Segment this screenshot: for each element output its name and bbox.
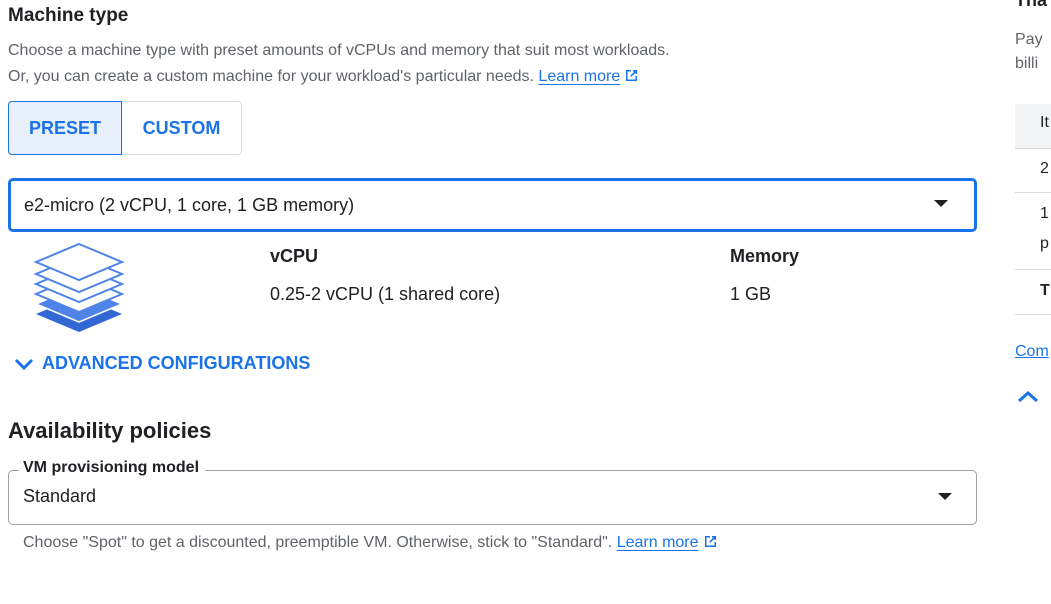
description-line-2-text: Or, you can create a custom machine for … xyxy=(8,68,534,85)
pricing-text-1: Pay xyxy=(1015,31,1043,48)
provisioning-learn-more-link[interactable]: Learn more xyxy=(617,534,718,551)
pricing-row-2b: p xyxy=(1040,235,1049,252)
advanced-configurations-toggle[interactable]: ADVANCED CONFIGURATIONS xyxy=(14,353,310,374)
description-line-1: Choose a machine type with preset amount… xyxy=(8,42,670,59)
dropdown-arrow-icon xyxy=(934,200,948,207)
external-link-icon xyxy=(704,536,716,547)
layers-icon xyxy=(33,242,125,332)
machine-type-select[interactable]: e2-micro (2 vCPU, 1 core, 1 GB memory) xyxy=(8,178,977,232)
availability-heading: Availability policies xyxy=(8,418,212,443)
provisioning-helper-text: Choose "Spot" to get a discounted, preem… xyxy=(23,534,613,551)
pricing-summary-panel: Tha Pay billi It 2 1 p T Com xyxy=(1000,0,1051,604)
external-link-icon xyxy=(626,70,638,81)
provisioning-model-label: VM provisioning model xyxy=(19,459,206,477)
machine-type-heading: Machine type xyxy=(8,5,129,26)
provisioning-learn-more-label: Learn more xyxy=(616,534,699,551)
learn-more-label: Learn more xyxy=(538,68,621,85)
pricing-row-2a: 1 xyxy=(1040,205,1049,222)
dropdown-arrow-icon xyxy=(938,493,952,500)
provisioning-helper: Choose "Spot" to get a discounted, preem… xyxy=(23,530,718,556)
provisioning-model-select[interactable]: VM provisioning model Standard xyxy=(8,459,977,525)
pricing-row-divider xyxy=(1015,269,1051,270)
custom-tab[interactable]: CUSTOM xyxy=(122,102,241,154)
pricing-row-divider xyxy=(1015,192,1051,193)
pricing-compare-link[interactable]: Com xyxy=(1015,343,1049,361)
machine-type-description: Choose a machine type with preset amount… xyxy=(8,38,670,90)
pricing-table-header: It xyxy=(1015,104,1051,148)
machine-type-select-value: e2-micro (2 vCPU, 1 core, 1 GB memory) xyxy=(24,194,355,215)
chevron-down-icon xyxy=(14,358,34,370)
pricing-text-2: billi xyxy=(1015,55,1039,72)
description-line-2: Or, you can create a custom machine for … xyxy=(8,64,670,90)
pricing-title: Tha xyxy=(1015,0,1048,10)
advanced-configurations-label: ADVANCED CONFIGURATIONS xyxy=(42,353,311,373)
preset-tab[interactable]: PRESET xyxy=(8,101,122,155)
pricing-total: T xyxy=(1040,282,1050,299)
provisioning-model-value: Standard xyxy=(23,486,97,506)
pricing-row-divider xyxy=(1015,314,1051,315)
vcpu-label: vCPU xyxy=(270,246,319,266)
pricing-row-1: 2 xyxy=(1040,160,1049,177)
vcpu-value: 0.25-2 vCPU (1 shared core) xyxy=(270,284,501,304)
memory-label: Memory xyxy=(730,246,800,266)
machine-type-toggle: PRESET CUSTOM xyxy=(8,101,242,155)
pricing-table-header-text: It xyxy=(1040,114,1049,131)
chevron-up-icon[interactable] xyxy=(1017,390,1039,404)
learn-more-link[interactable]: Learn more xyxy=(538,68,639,85)
pricing-row-divider xyxy=(1015,148,1051,149)
memory-value: 1 GB xyxy=(730,284,772,304)
